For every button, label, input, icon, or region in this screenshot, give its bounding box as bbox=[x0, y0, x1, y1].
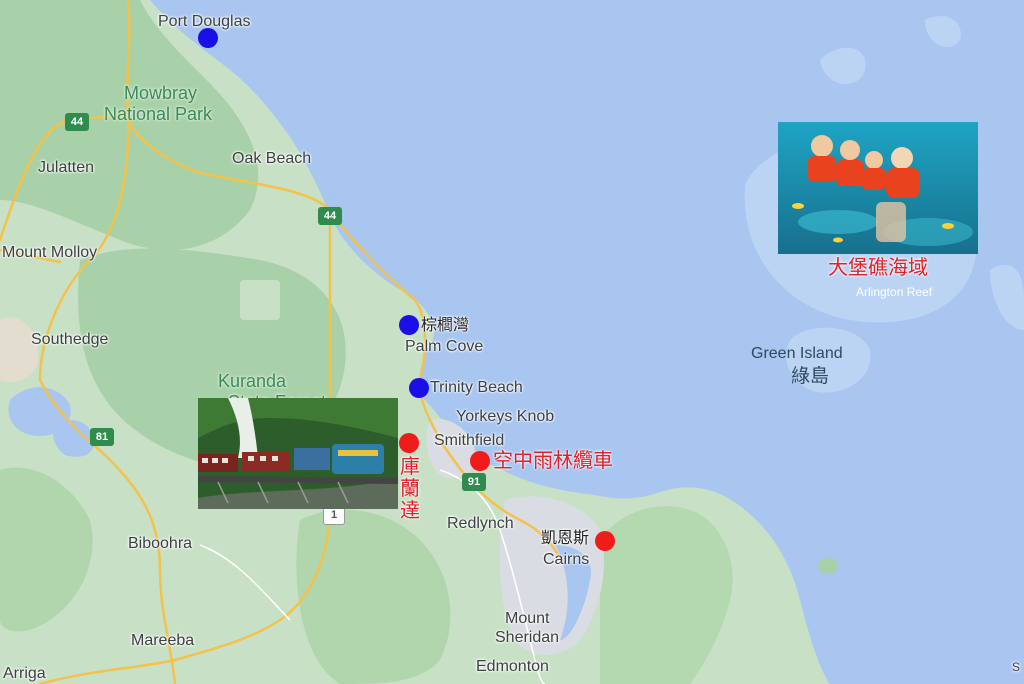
label-cairns-zh: 凱恩斯 bbox=[541, 530, 590, 547]
reef-photo-image bbox=[778, 122, 978, 254]
label-mareeba: Mareeba bbox=[131, 632, 195, 649]
corner-label: S bbox=[1012, 660, 1021, 674]
label-redlynch: Redlynch bbox=[447, 515, 514, 532]
label-julatten: Julatten bbox=[38, 159, 95, 176]
label-mount-molloy: Mount Molloy bbox=[2, 244, 98, 261]
label-kuranda: Kuranda bbox=[218, 371, 287, 391]
label-edmonton: Edmonton bbox=[476, 658, 549, 675]
clearing-2 bbox=[240, 280, 280, 320]
label-national-park: National Park bbox=[104, 104, 213, 124]
label-smithfield: Smithfield bbox=[434, 432, 505, 449]
label-oak-beach: Oak Beach bbox=[232, 150, 312, 167]
label-kuranda-zh-char-1: 庫 bbox=[400, 456, 420, 478]
highway-44-shield-b: 44 bbox=[318, 207, 342, 225]
label-kuranda-zh: 庫 蘭 達 bbox=[399, 456, 421, 522]
label-mowbray: Mowbray bbox=[124, 83, 198, 103]
blue-marker-palm-cove[interactable] bbox=[399, 315, 419, 335]
label-green-island: Green Island bbox=[751, 345, 843, 362]
label-palm-cove: Palm Cove bbox=[405, 338, 484, 355]
blue-marker-port-douglas[interactable] bbox=[198, 28, 218, 48]
label-arriga: Arriga bbox=[3, 665, 46, 682]
label-mount-sheridan-1: Mount bbox=[505, 610, 550, 627]
reef-snorkel-photo[interactable] bbox=[778, 122, 978, 254]
green-island-shape bbox=[818, 558, 838, 574]
label-trinity-beach: Trinity Beach bbox=[430, 379, 523, 396]
reef-photo-caption: 大堡礁海域 bbox=[828, 257, 928, 279]
train-photo-image bbox=[198, 398, 398, 509]
label-arlington-reef: Arlington Reef bbox=[856, 285, 933, 299]
red-marker-skyrail[interactable] bbox=[470, 451, 490, 471]
label-palm-cove-zh: 棕櫚灣 bbox=[421, 317, 470, 334]
label-mount-sheridan-2: Sheridan bbox=[495, 629, 560, 646]
label-biboohra: Biboohra bbox=[128, 535, 193, 552]
label-yorkeys-knob: Yorkeys Knob bbox=[456, 408, 555, 425]
label-skyrail-zh: 空中雨林纜車 bbox=[493, 450, 613, 472]
label-kuranda-zh-char-3: 達 bbox=[400, 500, 420, 522]
red-marker-cairns[interactable] bbox=[595, 531, 615, 551]
red-marker-kuranda[interactable] bbox=[399, 433, 419, 453]
kuranda-train-photo[interactable] bbox=[198, 398, 398, 509]
blue-marker-trinity-beach[interactable] bbox=[409, 378, 429, 398]
highway-81-shield: 81 bbox=[90, 428, 114, 446]
highway-91-shield: 91 bbox=[462, 473, 486, 491]
label-kuranda-zh-char-2: 蘭 bbox=[400, 478, 420, 500]
label-southedge: Southedge bbox=[31, 331, 109, 348]
label-green-island-zh: 綠島 bbox=[791, 366, 830, 387]
highway-44-shield-a: 44 bbox=[65, 113, 89, 131]
label-cairns: Cairns bbox=[543, 551, 590, 568]
